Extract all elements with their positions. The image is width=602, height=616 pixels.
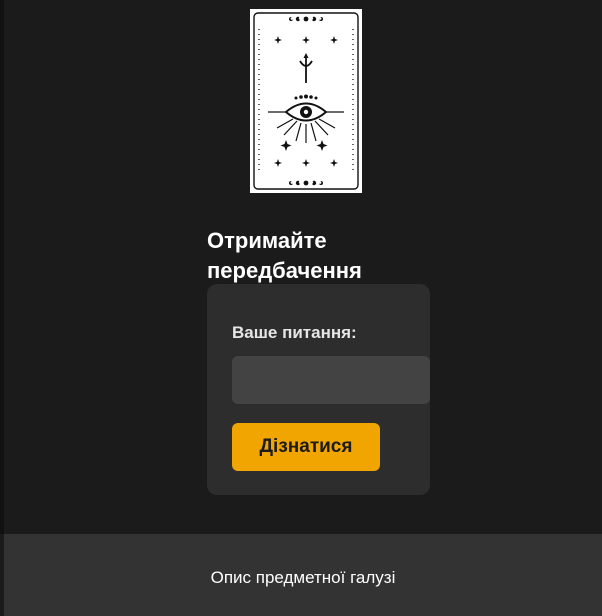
- tarot-card-illustration-icon: [253, 12, 359, 190]
- prediction-form-card: Ваше питання: Дізнатися: [207, 284, 430, 495]
- question-input[interactable]: [232, 356, 430, 404]
- left-edge-divider: [0, 0, 4, 534]
- page-title: Отримайте передбачення: [207, 228, 362, 283]
- footer: Опис предметної галузі: [4, 534, 602, 616]
- tarot-card-image: [250, 9, 362, 193]
- domain-description-link[interactable]: Опис предметної галузі: [4, 568, 602, 588]
- page: Отримайте передбачення Ваше питання: Діз…: [0, 0, 602, 616]
- submit-button[interactable]: Дізнатися: [232, 423, 380, 471]
- question-label: Ваше питання:: [232, 323, 357, 342]
